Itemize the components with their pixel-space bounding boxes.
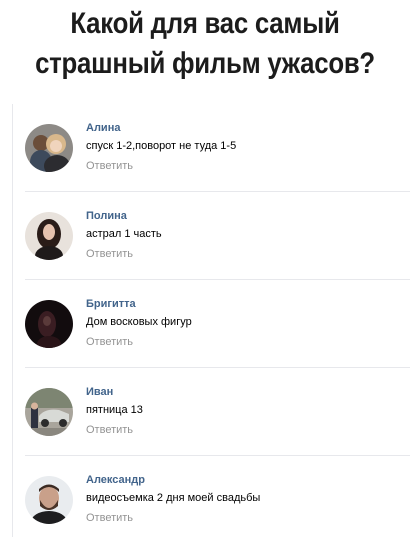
comment-author[interactable]: Александр bbox=[86, 474, 145, 486]
avatar-photo-icon bbox=[25, 476, 73, 524]
avatar[interactable] bbox=[25, 476, 73, 524]
comment-item: Алина спуск 1-2,поворот не туда 1-5 Отве… bbox=[13, 104, 410, 192]
comment-item: Иван пятница 13 Ответить bbox=[13, 368, 410, 456]
avatar[interactable] bbox=[25, 124, 73, 172]
comment-text: пятница 13 bbox=[86, 404, 143, 416]
reply-link[interactable]: Ответить bbox=[86, 512, 133, 524]
comment-text: спуск 1-2,поворот не туда 1-5 bbox=[86, 140, 237, 152]
comment-text: Дом восковых фигур bbox=[86, 316, 192, 328]
avatar-photo-icon bbox=[25, 300, 73, 348]
comment-item: Александр видеосъемка 2 дня моей свадьбы… bbox=[13, 456, 410, 544]
question-title-line-2: страшный фильм ужасов? bbox=[35, 47, 375, 80]
comment-item: Бригитта Дом восковых фигур Ответить bbox=[13, 280, 410, 368]
reply-link[interactable]: Ответить bbox=[86, 160, 133, 172]
avatar[interactable] bbox=[25, 212, 73, 260]
reply-link[interactable]: Ответить bbox=[86, 424, 133, 436]
avatar[interactable] bbox=[25, 388, 73, 436]
avatar-photo-icon bbox=[25, 124, 73, 172]
reply-link[interactable]: Ответить bbox=[86, 248, 133, 260]
comment-author[interactable]: Алина bbox=[86, 122, 120, 134]
question-title: Какой для вас самый страшный фильм ужасо… bbox=[29, 4, 382, 84]
comment-author[interactable]: Бригитта bbox=[86, 298, 136, 310]
question-title-line-1: Какой для вас самый bbox=[70, 7, 340, 40]
avatar[interactable] bbox=[25, 300, 73, 348]
comment-author[interactable]: Полина bbox=[86, 210, 127, 222]
reply-link[interactable]: Ответить bbox=[86, 336, 133, 348]
comment-text: астрал 1 часть bbox=[86, 228, 162, 240]
comments-list: Алина спуск 1-2,поворот не туда 1-5 Отве… bbox=[12, 104, 410, 537]
avatar-photo-icon bbox=[25, 388, 73, 436]
comment-item: Полина астрал 1 часть Ответить bbox=[13, 192, 410, 280]
comment-author[interactable]: Иван bbox=[86, 386, 113, 398]
avatar-photo-icon bbox=[25, 212, 73, 260]
comment-text: видеосъемка 2 дня моей свадьбы bbox=[86, 492, 261, 504]
